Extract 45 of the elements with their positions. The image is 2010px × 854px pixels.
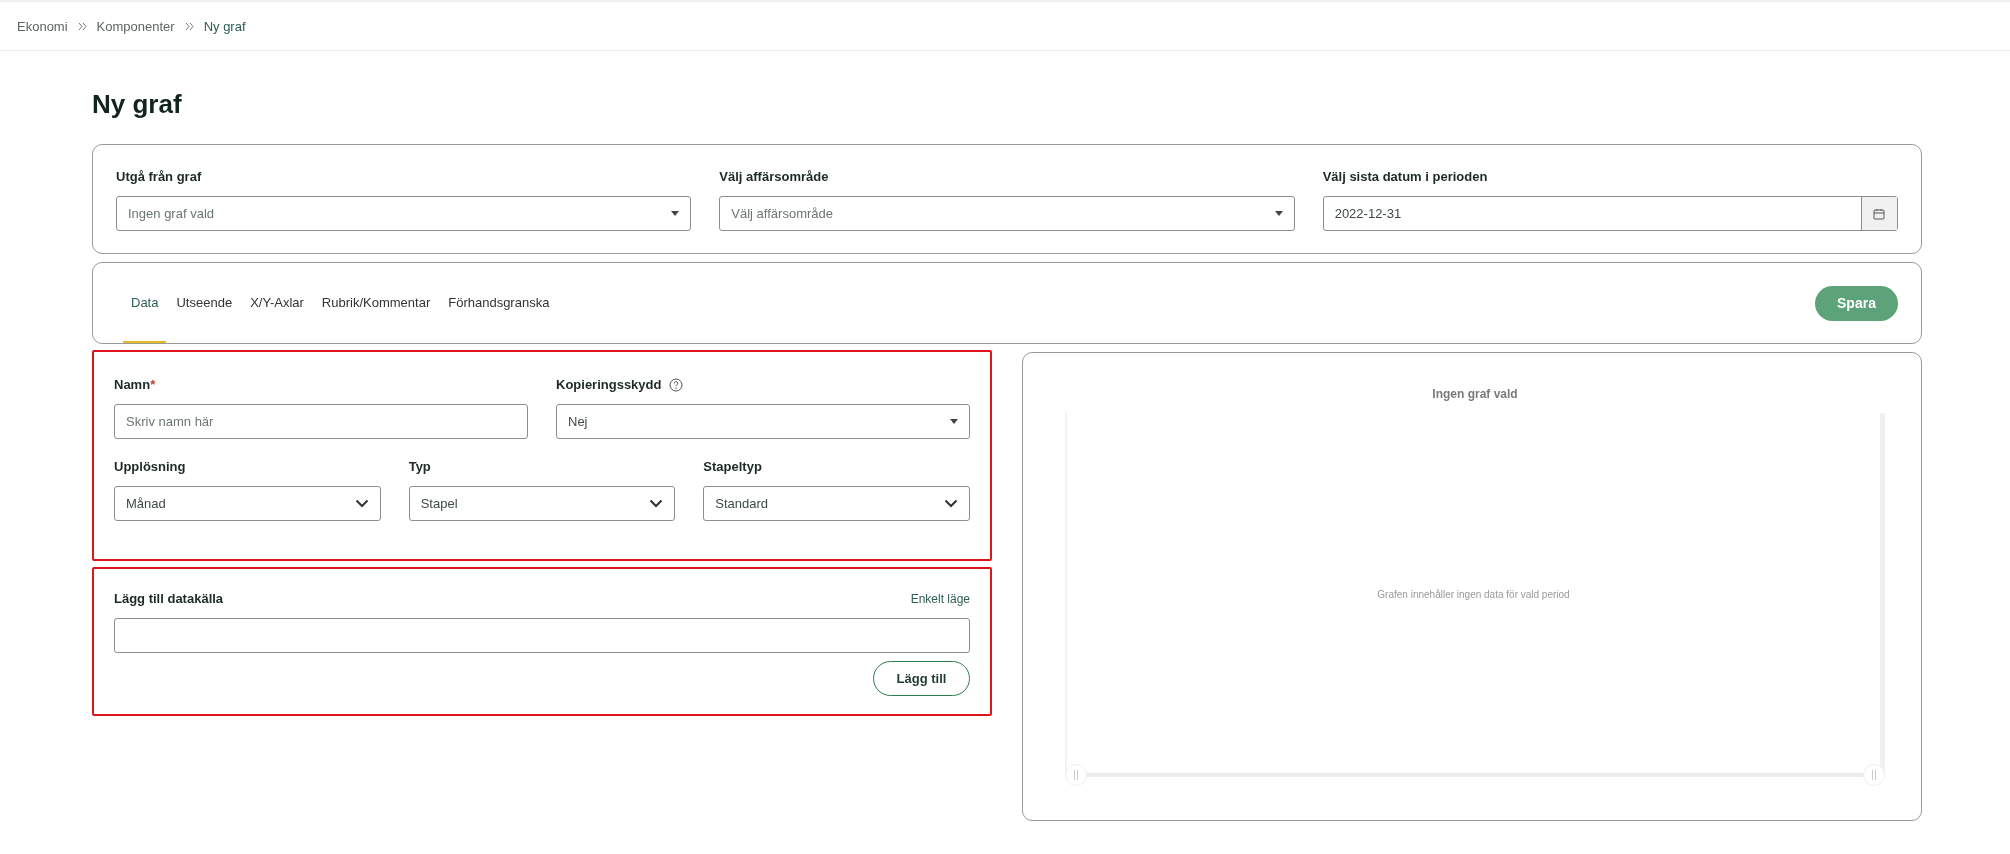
calendar-button[interactable] <box>1861 197 1897 230</box>
mode-link[interactable]: Enkelt läge <box>910 592 970 606</box>
field-label: Namn* <box>114 377 156 392</box>
chevron-down-icon <box>944 499 958 508</box>
date-field[interactable]: 2022-12-31 <box>1322 196 1898 231</box>
tab[interactable]: Rubrik/Kommentar <box>313 263 439 343</box>
field-label: Stapeltyp <box>703 459 762 474</box>
chevron-down-icon <box>354 499 369 508</box>
grip-icon <box>1073 770 1079 780</box>
field-label: Välj affärsområde <box>719 169 830 184</box>
dropdown-field[interactable]: Välj affärsområde <box>719 196 1295 231</box>
field-label: Lägg till datakälla <box>114 591 224 606</box>
caret-icon <box>950 419 958 424</box>
slider-handle[interactable] <box>1065 764 1087 786</box>
dropdown-field[interactable]: Standard <box>703 486 970 521</box>
field-label: Typ <box>408 459 431 474</box>
tab[interactable]: Utseende <box>168 263 241 343</box>
chevron-right-icon <box>77 21 87 31</box>
tab[interactable]: X/Y-Axlar <box>242 263 312 343</box>
chart-title: Ingen graf vald <box>1431 387 1519 401</box>
input-field[interactable]: Skriv namn här <box>114 404 528 439</box>
help-icon[interactable] <box>669 377 684 392</box>
field-label: Utgå från graf <box>116 169 203 184</box>
add-button[interactable]: Lägg till <box>873 661 970 696</box>
breadcrumb-link[interactable]: Komponenter <box>96 18 175 34</box>
dropdown-field[interactable]: Månad <box>114 486 381 521</box>
field-label: Välj sista datum i perioden <box>1322 169 1489 184</box>
field-label: Kopieringsskydd <box>556 377 662 392</box>
caret-icon <box>1274 211 1283 216</box>
calendar-icon <box>1873 207 1886 220</box>
dropdown-field[interactable]: Ingen graf vald <box>116 196 692 231</box>
empty-message: Grafen innehåller ingen data för vald period <box>1377 588 1570 600</box>
tab[interactable]: Data <box>123 263 167 343</box>
breadcrumb-link[interactable]: Ekonomi <box>17 18 68 34</box>
field-label: Upplösning <box>114 459 186 474</box>
caret-icon <box>671 211 680 216</box>
dropdown-field[interactable]: Stapel <box>408 486 676 521</box>
tab[interactable]: Förhandsgranska <box>440 263 558 343</box>
grip-icon <box>1871 770 1877 780</box>
chevron-down-icon <box>649 499 664 508</box>
dropdown-field[interactable]: Nej <box>556 404 970 439</box>
breadcrumb-link[interactable]: Ny graf <box>203 18 246 34</box>
chevron-right-icon <box>184 21 194 31</box>
slider-handle[interactable] <box>1863 764 1885 786</box>
page-title: Ny graf <box>92 89 183 120</box>
